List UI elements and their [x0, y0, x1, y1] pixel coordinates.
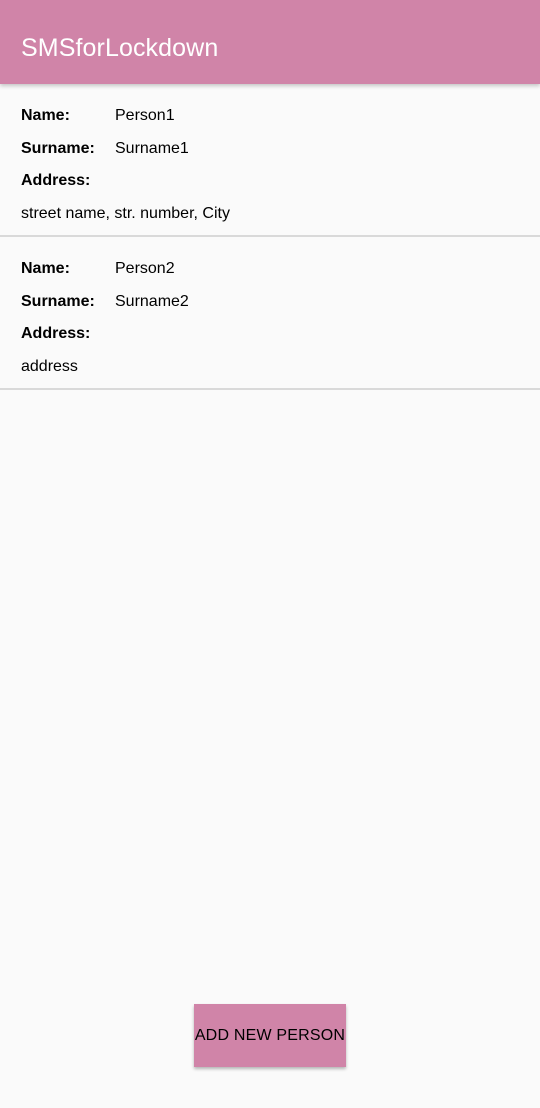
app-title: SMSforLockdown: [21, 34, 219, 62]
surname-label: Surname:: [21, 293, 95, 310]
name-label: Name:: [21, 107, 70, 124]
person-list[interactable]: Name: Person1 Surname: Surname1 Address:…: [0, 84, 540, 390]
person-name: Person1: [115, 107, 175, 124]
person-card[interactable]: Name: Person1 Surname: Surname1 Address:…: [0, 84, 540, 237]
name-label: Name:: [21, 260, 70, 277]
surname-label: Surname:: [21, 140, 95, 157]
address-label: Address:: [21, 325, 91, 342]
person-address: street name, str. number, City: [21, 205, 230, 222]
person-name: Person2: [115, 260, 175, 277]
person-surname: Surname1: [115, 140, 189, 157]
person-address: address: [21, 358, 78, 375]
add-new-person-button[interactable]: ADD NEW PERSON: [194, 1004, 346, 1067]
app-screen: SMSforLockdown Name: Person1 Surname: Su…: [0, 0, 540, 1108]
address-label: Address:: [21, 172, 91, 189]
app-bar: SMSforLockdown: [0, 0, 540, 84]
person-surname: Surname2: [115, 293, 189, 310]
person-card[interactable]: Name: Person2 Surname: Surname2 Address:…: [0, 237, 540, 390]
